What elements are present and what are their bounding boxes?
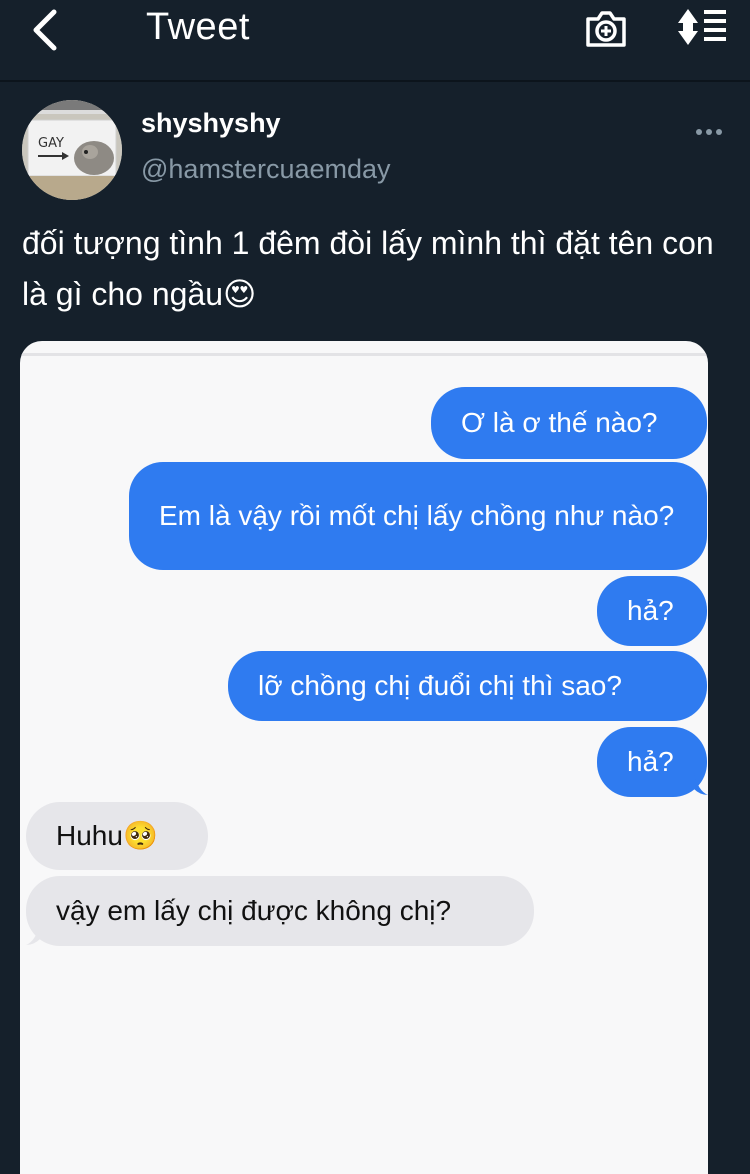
chevron-left-icon[interactable] <box>26 8 66 52</box>
bubble-tail <box>694 773 708 795</box>
tweet-text: đối tượng tình 1 đêm đòi lấy mình thì đặ… <box>22 225 714 312</box>
chat-bubble-outgoing: hả? <box>597 727 707 797</box>
user-handle[interactable]: @hamstercuaemday <box>141 154 391 185</box>
sort-list-icon[interactable] <box>676 7 728 47</box>
chat-bubble-text: hả? <box>627 746 674 777</box>
avatar-sign-text: GAY <box>38 136 64 151</box>
chat-bubble-outgoing: Ơ là ơ thế nào? <box>431 387 707 459</box>
bubble-tail <box>26 923 40 945</box>
chat-bubble-text: vậy em lấy chị được không chị? <box>56 895 452 926</box>
divider <box>20 353 708 356</box>
hamster-avatar-image: GAY <box>22 100 122 200</box>
chat-bubble-outgoing: hả? <box>597 576 707 646</box>
chat-bubble-incoming: vậy em lấy chị được không chị? <box>26 876 534 946</box>
chat-bubble-text: Huhu🥺 <box>56 820 158 851</box>
chat-bubble-outgoing: lỡ chồng chị đuổi chị thì sao? <box>228 651 707 721</box>
chat-bubble-text: lỡ chồng chị đuổi chị thì sao? <box>258 670 622 701</box>
chat-bubble-outgoing: Em là vậy rồi mốt chị lấy chồng như nào? <box>129 462 707 570</box>
tweet-detail: GAY shyshyshy @hamstercuaemday đối tượng… <box>0 84 750 1174</box>
more-options-icon[interactable] <box>694 124 724 140</box>
page-title: Tweet <box>146 6 250 48</box>
attached-chat-screenshot[interactable]: Ơ là ơ thế nào? Em là vậy rồi mốt chị lấ… <box>20 341 708 1174</box>
top-nav-bar: Tweet <box>0 0 750 82</box>
chat-bubble-text: Ơ là ơ thế nào? <box>461 407 658 438</box>
camera-plus-icon[interactable] <box>584 7 628 49</box>
avatar[interactable]: GAY <box>22 100 122 200</box>
chat-bubble-incoming: Huhu🥺 <box>26 802 208 870</box>
chat-bubble-text: Em là vậy rồi mốt chị lấy chồng như nào? <box>159 500 675 531</box>
chat-bubble-text: hả? <box>627 595 674 626</box>
display-name[interactable]: shyshyshy <box>141 108 281 139</box>
